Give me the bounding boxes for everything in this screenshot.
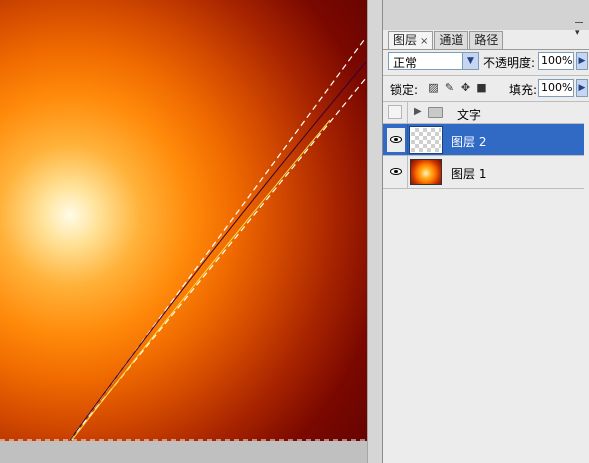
lock-move-icon[interactable]: ✥ [460, 82, 471, 93]
canvas-pasteboard [0, 441, 367, 463]
layer-row-group[interactable]: ▶ 文字 [383, 102, 584, 124]
fill-label: 填充: [509, 83, 538, 97]
layer-thumbnail [410, 159, 442, 185]
lock-transparent-icon[interactable]: ▨ [428, 82, 439, 93]
fill-input[interactable]: 100% [538, 79, 574, 97]
lock-all-icon[interactable]: ■ [476, 82, 487, 93]
opacity-slider-button[interactable]: ▶ [576, 52, 588, 70]
visibility-toggle[interactable] [388, 105, 402, 119]
tab-layers-label: 图层 [393, 33, 418, 47]
selection-path-overlay [0, 39, 367, 441]
eye-icon[interactable] [388, 132, 404, 148]
layer-thumbnail [409, 126, 443, 154]
panel-divider[interactable] [367, 0, 382, 463]
tab-channels-label: 通道 [439, 33, 464, 47]
layer-name: 图层 2 [451, 135, 487, 149]
eye-icon[interactable] [388, 164, 404, 180]
expand-arrow-icon[interactable]: ▶ [414, 106, 422, 117]
layers-panel: ▾ 图层 × 通道 路径 正常 ▼ 不透明度: 100% ▶ 锁定: ▨ ✎ ✥ … [382, 0, 589, 463]
close-icon[interactable]: × [420, 36, 428, 47]
folder-icon [428, 107, 443, 118]
panel-header-bar [383, 0, 589, 30]
blend-opacity-row: 正常 ▼ 不透明度: 100% ▶ [388, 52, 588, 72]
lock-brush-icon[interactable]: ✎ [444, 82, 455, 93]
tab-layers[interactable]: 图层 × [388, 31, 434, 49]
blend-mode-select[interactable]: 正常 ▼ [388, 52, 479, 70]
opacity-input[interactable]: 100% [538, 52, 574, 70]
blend-mode-value: 正常 [393, 56, 418, 70]
tab-paths-label: 路径 [474, 33, 499, 47]
panel-menu-icon[interactable]: ▾ [575, 28, 585, 40]
layer-name: 文字 [457, 108, 482, 122]
dropdown-arrow-icon[interactable]: ▼ [462, 53, 478, 69]
layer-name: 图层 1 [451, 167, 487, 181]
tab-paths[interactable]: 路径 [469, 31, 504, 49]
tabs-divider [383, 49, 589, 50]
tab-channels[interactable]: 通道 [434, 31, 469, 49]
path-outline-light [71, 119, 331, 441]
opacity-label: 不透明度: [483, 56, 536, 70]
column-divider [407, 156, 408, 188]
column-divider [407, 124, 408, 155]
document-canvas[interactable] [0, 0, 367, 441]
path-outline-dark [69, 61, 367, 441]
panel-minimize-icon[interactable] [575, 22, 583, 23]
lock-label: 锁定: [390, 83, 419, 97]
row-divider [383, 75, 589, 76]
layer-row[interactable]: 图层 1 [383, 156, 584, 189]
fill-slider-button[interactable]: ▶ [576, 79, 588, 97]
column-divider [407, 102, 408, 123]
panel-tabs: 图层 × 通道 路径 [388, 31, 504, 49]
lock-fill-row: 锁定: ▨ ✎ ✥ ■ 填充: 100% ▶ [388, 79, 588, 99]
layer-row-selected[interactable]: 图层 2 [383, 124, 584, 156]
